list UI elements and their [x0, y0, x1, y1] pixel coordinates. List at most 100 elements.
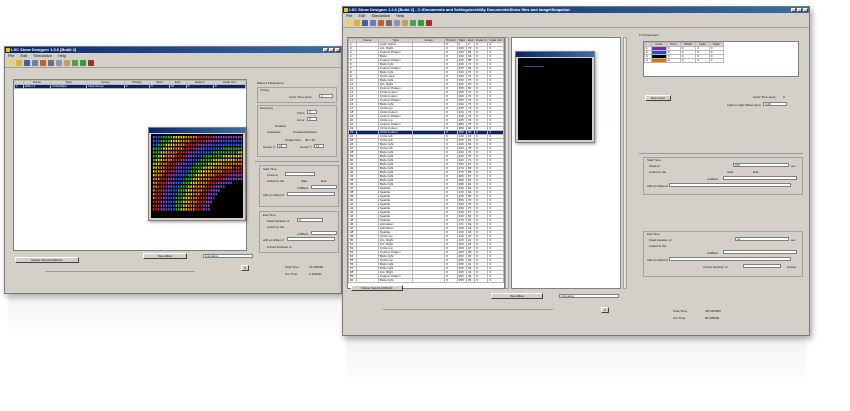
arms-input[interactable]: 2 [307, 117, 317, 121]
end-of-effect-select[interactable] [723, 250, 797, 254]
led-pixel [185, 136, 188, 139]
save-all-icon[interactable] [370, 20, 376, 26]
end-offset-input[interactable] [287, 237, 335, 241]
new-effect-button[interactable]: New Effect [143, 253, 187, 259]
offset-input[interactable] [287, 192, 335, 196]
play-icon[interactable] [418, 20, 424, 26]
led-pixel [168, 208, 170, 211]
column-header[interactable]: Priority [444, 38, 458, 43]
copy-icon[interactable] [394, 20, 400, 26]
zoom-icon[interactable] [72, 60, 78, 66]
center-y-input[interactable]: 13 [314, 144, 324, 148]
stop-icon[interactable] [426, 20, 432, 26]
close-icon[interactable] [335, 48, 340, 52]
cut-icon[interactable] [386, 20, 392, 26]
timeline-slider[interactable] [45, 271, 195, 272]
effects-list[interactable]: Name Type Group Priority Start End Fade … [347, 37, 505, 289]
column-header[interactable]: Fade Out [487, 38, 504, 43]
column-header[interactable]: Fade In [474, 38, 489, 43]
fixed-at-input[interactable] [285, 172, 315, 176]
start-radio[interactable]: Start [301, 179, 307, 183]
color-swatch[interactable] [651, 58, 667, 63]
effect-type-select[interactable]: Bolts right [377, 278, 414, 283]
close-icon[interactable] [803, 8, 808, 12]
led-pixel [198, 174, 200, 177]
counterclockwise-radio[interactable]: Counterclockwise [293, 130, 317, 134]
clockwise-radio[interactable]: Clockwise [267, 130, 281, 134]
linked-radio[interactable]: Linked to the [649, 170, 666, 174]
delete-selected-effects-button[interactable]: Delete Selected Effects [351, 285, 403, 291]
vertical-scrollbar[interactable] [505, 37, 509, 289]
preview-title-bar[interactable] [149, 128, 245, 133]
fixed-num-radio[interactable]: A fixed Duration of [267, 245, 292, 249]
new-color-button[interactable]: New Color [645, 95, 671, 101]
simulation-preview-window[interactable] [148, 127, 246, 221]
fixed-duration-radio[interactable]: Fixed duration of [267, 219, 289, 223]
save-all-icon[interactable] [32, 60, 38, 66]
offset-input[interactable] [669, 183, 791, 187]
new-file-icon[interactable] [8, 60, 14, 66]
of-effect-select[interactable] [723, 176, 797, 180]
save-icon[interactable] [362, 20, 368, 26]
linked-end-radio[interactable]: Linked to the [649, 244, 666, 248]
new-file-icon[interactable] [346, 20, 352, 26]
vertical-scrollbar[interactable] [623, 37, 627, 289]
start-radio[interactable]: Start [727, 170, 733, 174]
end-of-effect-select[interactable] [311, 231, 337, 235]
cycle-time-input[interactable]: 2 [319, 94, 333, 98]
pencil-icon[interactable] [378, 20, 384, 26]
end-radio[interactable]: End [753, 170, 758, 174]
table-cell: 0 [665, 58, 681, 63]
led-pixel [203, 136, 205, 139]
effect-type-select[interactable]: Animation [559, 294, 619, 298]
light-offset-input[interactable]: 0.00 [763, 102, 787, 106]
stop-icon[interactable] [88, 60, 94, 66]
fixed-num-radio[interactable]: A fixed Duration of [703, 265, 728, 269]
timeline-slider[interactable] [383, 309, 553, 310]
effect-group-select[interactable] [412, 278, 446, 283]
led-pixel [175, 174, 178, 177]
table-row[interactable]: 4 0000 [644, 58, 725, 63]
fixed-at-radio[interactable]: Fixed at [649, 164, 660, 168]
fixed-duration-input[interactable]: 0 [297, 218, 323, 222]
effect-type-select[interactable]: Animation [203, 254, 253, 258]
turns-input[interactable]: 3 [307, 110, 317, 114]
copy-icon[interactable] [56, 60, 62, 66]
end-offset-input[interactable] [669, 257, 791, 261]
paste-icon[interactable] [64, 60, 70, 66]
pencil-icon[interactable] [40, 60, 46, 66]
table-row[interactable]: 60 Bolts right 6 355 35 0 0 [348, 278, 504, 283]
fixed-duration-input[interactable]: 10 [735, 237, 789, 241]
minimize-icon[interactable] [791, 8, 796, 12]
new-effect-button[interactable]: New Effect [491, 293, 543, 299]
center-x-input[interactable]: 18 [277, 144, 287, 148]
linked-end-radio[interactable]: Linked to the [267, 225, 284, 229]
fixed-at-radio[interactable]: Fixed at [267, 173, 278, 177]
linked-radio[interactable]: Linked to the [267, 179, 284, 183]
pause-button[interactable]: II [241, 265, 249, 271]
led-pixel [198, 155, 200, 158]
minimize-icon[interactable] [323, 48, 328, 52]
open-folder-icon[interactable] [354, 20, 360, 26]
play-icon[interactable] [80, 60, 86, 66]
pause-button[interactable]: II [601, 307, 609, 313]
fixed-num-input[interactable] [743, 264, 781, 268]
table-row[interactable]: 1 Effect 1 CircleWipe New Group 0 0 10 0… [14, 84, 247, 89]
of-effect-select[interactable] [311, 185, 337, 189]
paste-icon[interactable] [402, 20, 408, 26]
open-folder-icon[interactable] [16, 60, 22, 66]
maximize-icon[interactable] [329, 48, 334, 52]
led-pixel [170, 204, 173, 207]
save-icon[interactable] [24, 60, 30, 66]
led-pixel [203, 162, 205, 165]
cut-icon[interactable] [48, 60, 54, 66]
preview-title-bar[interactable] [516, 52, 594, 57]
simulation-preview-window[interactable] [515, 51, 595, 143]
color-table[interactable]: Color Tone White Hold Fade 1 0000 2 0000… [643, 41, 799, 77]
fixed-at-input[interactable]: 235 [733, 163, 789, 167]
fixed-duration-radio[interactable]: Fixed duration of [649, 238, 671, 242]
zoom-icon[interactable] [410, 20, 416, 26]
end-radio[interactable]: End [321, 179, 326, 183]
maximize-icon[interactable] [797, 8, 802, 12]
delete-selected-effects-button[interactable]: Delete Selected Effects [15, 257, 79, 263]
